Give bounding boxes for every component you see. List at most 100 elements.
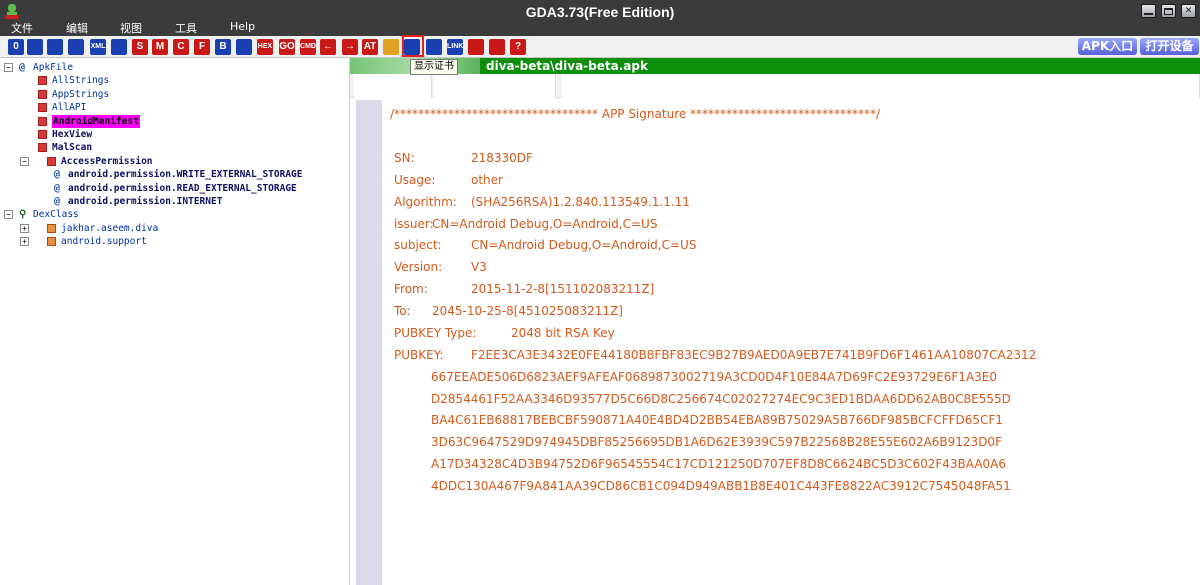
tree-item[interactable]: MalScan <box>0 141 350 154</box>
tree-item[interactable]: + android.support <box>0 235 350 248</box>
tree-item-label: AllAPI <box>52 102 87 114</box>
tree-item[interactable]: + jakhar.aseem.diva <box>0 222 350 235</box>
collapse-icon[interactable]: − <box>20 156 29 166</box>
minimize-button[interactable] <box>1141 4 1156 18</box>
menu-tools[interactable]: 工具 <box>175 20 197 36</box>
package-icon <box>47 237 56 247</box>
at-icon: @ <box>54 169 61 181</box>
pubkey-line: A17D34328C4D3B94752D6F96545554C17CD12125… <box>431 457 1007 471</box>
pubkey-type-value: 2048 bit RSA Key <box>511 326 615 340</box>
tree-item[interactable]: AndroidManifest <box>0 114 350 128</box>
at-icon[interactable]: AT <box>362 39 378 55</box>
pubkey-line: 667EEADE506D6823AEF9AFEAF0689873002719A3… <box>431 370 998 384</box>
node-icon <box>47 156 56 166</box>
signature-header: /********************************** APP … <box>390 107 881 121</box>
tree-item[interactable]: @ android.permission.READ_EXTERNAL_STORAG… <box>0 182 350 195</box>
tree-item-label: AndroidManifest <box>52 114 140 128</box>
back-icon[interactable]: ← <box>320 39 336 55</box>
tree-item[interactable]: − ⚲ DexClass <box>0 208 350 221</box>
method-icon[interactable]: M <box>152 39 168 55</box>
from-value: 2015-11-2-8[151102083211Z] <box>471 282 655 296</box>
malscan-icon[interactable] <box>383 39 399 55</box>
tree-item[interactable]: AppStrings <box>0 88 350 101</box>
tree-item-label: android.permission.READ_EXTERNAL_STORAGE <box>68 182 297 194</box>
to-label: To: <box>394 304 411 318</box>
tree-item-label: AccessPermission <box>61 155 153 167</box>
file-tab-title[interactable]: diva-beta\diva-beta.apk <box>486 59 648 73</box>
tree-item[interactable]: AllAPI <box>0 101 350 114</box>
tree-panel: − @ ApkFile AllStrings AppStrings AllAPI Andro… <box>0 58 350 585</box>
cmd-icon[interactable]: CMD <box>300 39 316 55</box>
xml-icon[interactable]: XML <box>90 39 106 55</box>
tree-item-label: android.permission.INTERNET <box>68 196 223 207</box>
tree-item[interactable]: − AccessPermission <box>0 155 350 168</box>
save-icon[interactable] <box>27 39 43 55</box>
tree-item-label: AllStrings <box>52 75 110 87</box>
at-icon: @ <box>54 182 61 194</box>
title-bar: GDA3.73(Free Edition) 文件 编辑 视图 工具 Help ✕ <box>0 0 1200 36</box>
android-icon[interactable] <box>111 39 127 55</box>
tree-item-label: MalScan <box>52 142 93 154</box>
collapse-icon[interactable]: − <box>4 63 13 72</box>
tree-item[interactable]: @ android.permission.INTERNET <box>0 195 350 208</box>
sub-tab-2[interactable] <box>434 74 556 98</box>
usage-label: Usage: <box>394 173 436 187</box>
plugin-icon[interactable] <box>489 39 505 55</box>
from-label: From: <box>394 282 428 296</box>
node-icon <box>38 116 47 126</box>
tree-item-label: AppStrings <box>52 88 110 100</box>
collapse-icon[interactable]: − <box>4 210 13 220</box>
field-icon[interactable]: F <box>194 39 210 55</box>
goto-icon[interactable]: GO <box>279 39 295 55</box>
string-icon[interactable]: S <box>132 39 148 55</box>
node-icon <box>38 130 47 139</box>
tree-item[interactable]: AllStrings <box>0 74 350 87</box>
node-icon <box>38 143 47 153</box>
tree-item-label: DexClass <box>33 209 79 221</box>
sub-tab-3[interactable] <box>562 74 1200 98</box>
sub-tab-1[interactable] <box>354 74 432 98</box>
content-panel <box>350 98 1200 585</box>
open-icon[interactable]: 0 <box>8 39 24 55</box>
apk-entry-button[interactable]: APK入口 <box>1078 38 1137 55</box>
menu-view[interactable]: 视图 <box>120 20 142 36</box>
help-icon[interactable]: ? <box>510 39 526 55</box>
bytecode-icon[interactable]: B <box>215 39 231 55</box>
pubkey-type-label: PUBKEY Type: <box>394 326 477 340</box>
tree-item-label: android.permission.WRITE_EXTERNAL_STORAG… <box>68 169 303 181</box>
hex-icon[interactable]: HEX <box>257 39 273 55</box>
tree-item[interactable]: − @ ApkFile <box>0 61 350 74</box>
maximize-button[interactable] <box>1161 4 1176 18</box>
close-button[interactable]: ✕ <box>1181 4 1196 18</box>
link-icon[interactable]: LINK <box>447 39 463 55</box>
node-icon <box>38 103 47 113</box>
menu-help[interactable]: Help <box>230 20 255 33</box>
sub-tab-bar <box>350 74 1200 98</box>
pubkey-label: PUBKEY: <box>394 348 444 362</box>
menu-file[interactable]: 文件 <box>11 20 33 36</box>
hash-icon[interactable] <box>236 39 252 55</box>
pubkey-line: F2EE3CA3E3432E0FE44180B8FBF83EC9B27B9AED… <box>471 348 1037 362</box>
class-icon[interactable]: C <box>173 39 189 55</box>
menu-edit[interactable]: 编辑 <box>66 20 88 36</box>
pubkey-line: 3D63C9647529D974945DBF85256695DB1A6D62E3… <box>431 435 1002 449</box>
tree-item-label: HexView <box>52 129 93 140</box>
open-device-button[interactable]: 打开设备 <box>1140 38 1199 55</box>
to-value: 2045-10-25-8[451025083211Z] <box>432 304 623 318</box>
sn-label: SN: <box>394 151 415 165</box>
tree-item[interactable]: @ android.permission.WRITE_EXTERNAL_STORA… <box>0 168 350 181</box>
at-icon: @ <box>19 62 26 73</box>
node-icon <box>38 89 47 99</box>
forward-icon[interactable]: → <box>342 39 358 55</box>
algorithm-label: Algorithm: <box>394 195 457 209</box>
window-title: GDA3.73(Free Edition) <box>525 4 675 20</box>
expand-icon[interactable]: + <box>20 223 29 233</box>
view-icon[interactable] <box>68 39 84 55</box>
refresh-icon[interactable] <box>468 39 484 55</box>
at-icon: @ <box>54 196 61 207</box>
device-icon[interactable] <box>426 39 442 55</box>
search-icon[interactable] <box>47 39 63 55</box>
pubkey-line: 4DDC130A467F9A841AA39CD86CB1C094D949ABB1… <box>431 479 1011 493</box>
expand-icon[interactable]: + <box>20 237 29 247</box>
tree-item[interactable]: HexView <box>0 128 350 141</box>
